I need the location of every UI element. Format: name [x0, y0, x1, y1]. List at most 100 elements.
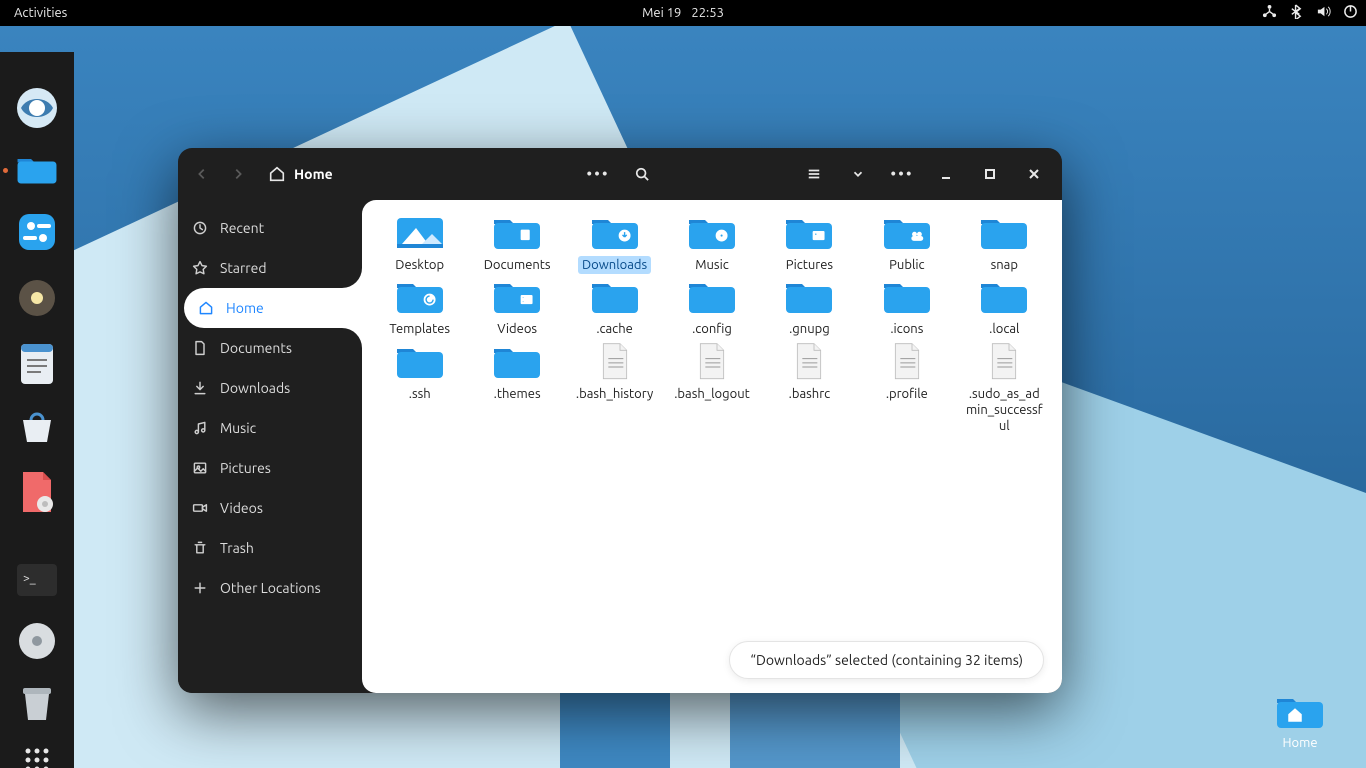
file-name-label: .profile: [882, 385, 932, 403]
sidebar-item-trash[interactable]: Trash: [178, 528, 362, 568]
folder-icon: [783, 278, 835, 316]
file-name-label: .themes: [490, 385, 545, 403]
sidebar-item-label: Starred: [220, 260, 267, 276]
file-name-label: .config: [688, 320, 736, 338]
folder-downloads[interactable]: Downloads: [569, 214, 660, 274]
file-name-label: .sudo_as_admin_successful: [959, 385, 1049, 436]
folder-cache[interactable]: .cache: [569, 278, 660, 338]
sidebar-item-other-locations[interactable]: Other Locations: [178, 568, 362, 608]
sidebar-item-label: Home: [226, 300, 264, 316]
desktop-home-folder[interactable]: Home: [1270, 692, 1330, 750]
dock-files[interactable]: [13, 152, 61, 188]
dock-disks[interactable]: [13, 620, 61, 662]
file-name-label: Downloads: [578, 256, 651, 274]
dock-terminal[interactable]: >_: [13, 562, 61, 598]
view-list-button[interactable]: [796, 156, 832, 192]
network-icon: [1262, 4, 1277, 22]
volume-icon: [1316, 4, 1331, 22]
dock-text-editor[interactable]: [13, 342, 61, 386]
sidebar-item-downloads[interactable]: Downloads: [178, 368, 362, 408]
file-name-label: Music: [691, 256, 733, 274]
folder-public[interactable]: Public: [861, 214, 952, 274]
sidebar-item-music[interactable]: Music: [178, 408, 362, 448]
folder-snap[interactable]: snap: [959, 214, 1050, 274]
dock-software[interactable]: [13, 408, 61, 448]
content-area[interactable]: Desktop Documents Downloads Music Pictures Pu…: [362, 200, 1062, 693]
sidebar-item-recent[interactable]: Recent: [178, 208, 362, 248]
folder-documents[interactable]: Documents: [471, 214, 562, 274]
file-profile[interactable]: .profile: [861, 343, 952, 436]
file-bash-logout[interactable]: .bash_logout: [666, 343, 757, 436]
folder-icon: [589, 278, 641, 316]
folder-icon: [491, 343, 543, 381]
file-icon: [881, 343, 933, 381]
dock-appearance[interactable]: [13, 276, 61, 320]
path-menu-button[interactable]: •••: [580, 156, 616, 192]
folder-videos[interactable]: Videos: [471, 278, 562, 338]
sidebar-item-videos[interactable]: Videos: [178, 488, 362, 528]
file-name-label: .gnupg: [785, 320, 834, 338]
folder-icon: [978, 214, 1030, 252]
folder-icon: [491, 278, 543, 316]
back-button[interactable]: [188, 160, 216, 188]
folder-templates[interactable]: Templates: [374, 278, 465, 338]
date-label: Mei 19: [642, 6, 681, 20]
dock-settings[interactable]: [13, 210, 61, 254]
folder-local[interactable]: .local: [959, 278, 1050, 338]
folder-desktop[interactable]: Desktop: [374, 214, 465, 274]
close-button[interactable]: [1016, 156, 1052, 192]
file-bashrc[interactable]: .bashrc: [764, 343, 855, 436]
folder-ssh[interactable]: .ssh: [374, 343, 465, 436]
status-bar: “Downloads” selected (containing 32 item…: [729, 641, 1044, 679]
folder-icon: [686, 278, 738, 316]
clock[interactable]: Mei 19 22:53: [642, 6, 724, 20]
file-name-label: .ssh: [405, 385, 435, 403]
file-icon: [589, 343, 641, 381]
file-name-label: .bashrc: [785, 385, 835, 403]
home-icon: [268, 165, 286, 183]
sidebar-item-label: Pictures: [220, 460, 271, 476]
folder-pictures[interactable]: Pictures: [764, 214, 855, 274]
folder-themes[interactable]: .themes: [471, 343, 562, 436]
dock-document[interactable]: [13, 470, 61, 514]
sidebar-item-label: Other Locations: [220, 580, 321, 596]
file-name-label: snap: [987, 256, 1022, 274]
activities-button[interactable]: Activities: [0, 6, 81, 20]
folder-icon: [394, 278, 446, 316]
dock-thunderbird[interactable]: [13, 86, 61, 130]
file-sudo-as-admin-successful[interactable]: .sudo_as_admin_successful: [959, 343, 1050, 436]
file-name-label: .local: [985, 320, 1023, 338]
minimize-button[interactable]: [928, 156, 964, 192]
maximize-button[interactable]: [972, 156, 1008, 192]
folder-icon: [978, 278, 1030, 316]
dock-trash[interactable]: [13, 684, 61, 724]
file-name-label: Documents: [480, 256, 555, 274]
folder-gnupg[interactable]: .gnupg: [764, 278, 855, 338]
folder-icons[interactable]: .icons: [861, 278, 952, 338]
sidebar: Recent Starred Home DocumentsDownloadsMusic…: [178, 200, 362, 693]
sidebar-item-pictures[interactable]: Pictures: [178, 448, 362, 488]
sidebar-item-starred[interactable]: Starred: [178, 248, 362, 288]
folder-icon: [783, 214, 835, 252]
folder-icon: [394, 214, 446, 252]
folder-icon: [491, 214, 543, 252]
file-icon: [686, 343, 738, 381]
file-name-label: Pictures: [782, 256, 837, 274]
folder-icon: [394, 343, 446, 381]
folder-config[interactable]: .config: [666, 278, 757, 338]
file-grid: Desktop Documents Downloads Music Pictures Pu…: [362, 200, 1062, 435]
view-dropdown-button[interactable]: [840, 156, 876, 192]
system-tray[interactable]: [1262, 4, 1358, 22]
file-bash-history[interactable]: .bash_history: [569, 343, 660, 436]
hamburger-menu-button[interactable]: •••: [884, 156, 920, 192]
file-name-label: Desktop: [391, 256, 448, 274]
search-button[interactable]: [624, 156, 660, 192]
sidebar-item-label: Recent: [220, 220, 264, 236]
folder-music[interactable]: Music: [666, 214, 757, 274]
sidebar-item-home[interactable]: Home: [184, 288, 362, 328]
pathbar[interactable]: Home: [268, 165, 333, 183]
dock-show-apps[interactable]: [13, 746, 61, 768]
titlebar[interactable]: Home ••• •••: [178, 148, 1062, 200]
forward-button[interactable]: [224, 160, 252, 188]
sidebar-item-documents[interactable]: Documents: [178, 328, 362, 368]
